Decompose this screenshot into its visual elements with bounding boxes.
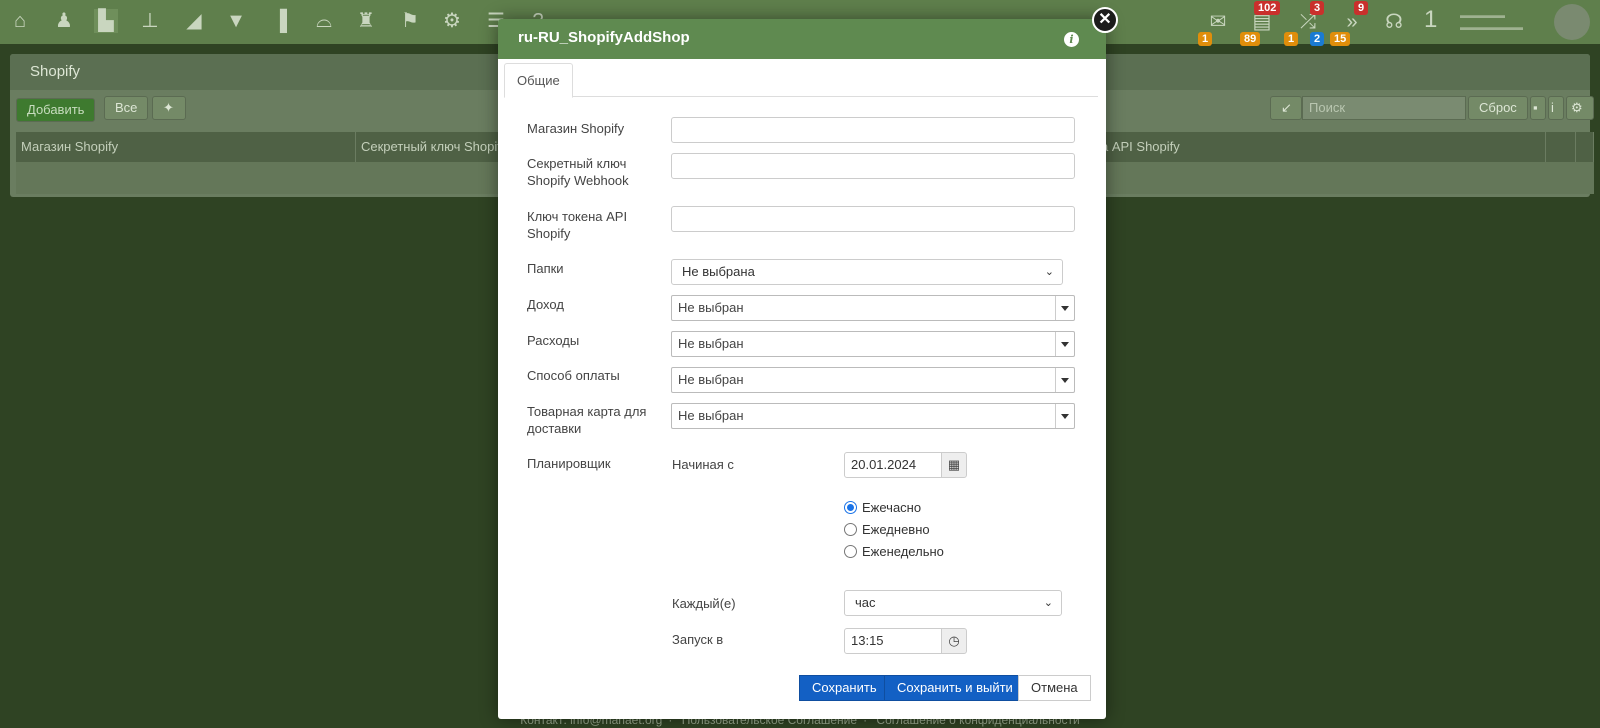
shop-label: Магазин Shopify bbox=[527, 121, 625, 136]
dropdown-arrow-icon bbox=[1055, 404, 1074, 428]
forward-badge: 9 bbox=[1354, 1, 1369, 15]
top-number: 1 bbox=[1424, 6, 1438, 33]
reset-button[interactable]: Сброс bbox=[1468, 96, 1528, 120]
contacts-icon[interactable]: ♟ bbox=[52, 9, 76, 33]
chevron-down-icon: ⌄ bbox=[1043, 597, 1053, 609]
save-button[interactable]: Сохранить bbox=[799, 675, 890, 701]
cancel-button[interactable]: Отмена bbox=[1018, 675, 1091, 701]
gear-icon[interactable]: ⚙ bbox=[440, 9, 464, 33]
mail-icon[interactable]: ✉ bbox=[1206, 10, 1230, 34]
settings-dropdown-icon[interactable]: ⚙ bbox=[1566, 96, 1594, 120]
grid-column-action-b bbox=[1576, 132, 1594, 162]
shipping-select[interactable]: Не выбран bbox=[671, 403, 1075, 429]
secret-label: Секретный ключ Shopify Webhook bbox=[527, 156, 629, 188]
grid-column-token[interactable]: а API Shopify bbox=[1096, 132, 1546, 162]
payment-select[interactable]: Не выбран bbox=[671, 367, 1075, 393]
area-chart-icon[interactable]: ◢ bbox=[182, 9, 206, 33]
close-modal-button[interactable]: ✕ bbox=[1092, 7, 1118, 33]
modal-header: ru-RU_ShopifyAddShop i bbox=[498, 19, 1106, 59]
add-shop-dialog: ru-RU_ShopifyAddShop i Общие Магазин Sho… bbox=[498, 19, 1106, 719]
token-input[interactable] bbox=[671, 206, 1075, 232]
folders-select[interactable]: Не выбрана ⌄ bbox=[671, 259, 1063, 285]
sitemap-icon[interactable]: ⊥ bbox=[138, 9, 162, 33]
info-small-icon[interactable]: i bbox=[1548, 96, 1564, 120]
modal-title: ru-RU_ShopifyAddShop bbox=[518, 29, 690, 46]
home-icon[interactable]: ⌂ bbox=[8, 9, 32, 33]
search-input[interactable]: Поиск bbox=[1302, 96, 1466, 120]
expenses-select-value: Не выбран bbox=[678, 336, 744, 351]
income-label: Доход bbox=[527, 297, 564, 312]
payment-select-value: Не выбран bbox=[678, 372, 744, 387]
run-time-input[interactable]: 13:15 bbox=[844, 628, 942, 654]
mail-badge: 1 bbox=[1198, 32, 1213, 46]
every-label: Каждый(е) bbox=[672, 596, 736, 611]
money-bag-icon[interactable]: ♜ bbox=[354, 9, 378, 33]
hat-icon[interactable]: ⌓ bbox=[312, 9, 336, 33]
save-and-exit-button[interactable]: Сохранить и выйти bbox=[884, 675, 1026, 701]
forward-count-badge: 15 bbox=[1330, 32, 1351, 46]
collapse-arrow-icon[interactable]: ↙ bbox=[1270, 96, 1302, 120]
radio-daily-label: Ежедневно bbox=[862, 522, 930, 537]
shuffle-badge-a: 1 bbox=[1284, 32, 1299, 46]
grid-column-shop[interactable]: Магазин Shopify bbox=[16, 132, 356, 162]
panel-title: Shopify bbox=[30, 63, 81, 80]
print-icon[interactable]: ▪ bbox=[1530, 96, 1546, 120]
radio-weekly-circle[interactable] bbox=[844, 545, 857, 558]
radio-daily-circle[interactable] bbox=[844, 523, 857, 536]
dropdown-arrow-icon bbox=[1055, 368, 1074, 392]
grid-column-secret[interactable]: Секретный ключ Shopify bbox=[356, 132, 516, 162]
radio-hourly-label: Ежечасно bbox=[862, 500, 922, 515]
secret-input[interactable] bbox=[671, 153, 1075, 179]
folders-label: Папки bbox=[527, 261, 564, 276]
start-label: Начиная с bbox=[672, 457, 734, 472]
pin-icon[interactable]: ✦ bbox=[152, 96, 186, 120]
shop-input[interactable] bbox=[671, 117, 1075, 143]
folders-select-value: Не выбрана bbox=[682, 264, 755, 279]
start-date-input[interactable]: 20.01.2024 bbox=[844, 452, 942, 478]
grid-column-action-a bbox=[1546, 132, 1576, 162]
radio-weekly-label: Еженедельно bbox=[862, 544, 944, 559]
flag-icon[interactable]: ⚑ bbox=[398, 9, 422, 33]
every-select[interactable]: час ⌄ bbox=[844, 590, 1062, 616]
chevron-down-icon: ⌄ bbox=[1044, 266, 1054, 278]
dropdown-arrow-icon bbox=[1055, 296, 1074, 320]
info-icon[interactable]: i bbox=[1064, 32, 1079, 47]
shipping-select-value: Не выбран bbox=[678, 408, 744, 423]
shuffle-badge: 3 bbox=[1310, 1, 1325, 15]
add-button[interactable]: Добавить bbox=[16, 98, 96, 122]
expenses-select[interactable]: Не выбран bbox=[671, 331, 1075, 357]
income-select[interactable]: Не выбран bbox=[671, 295, 1075, 321]
calendar-icon[interactable]: ▦ bbox=[941, 452, 967, 478]
radio-hourly[interactable]: Ежечасно bbox=[844, 500, 921, 516]
headset-icon[interactable]: ☊ bbox=[1382, 10, 1406, 34]
dropdown-arrow-icon bbox=[1055, 332, 1074, 356]
scheduler-label: Планировщик bbox=[527, 456, 611, 471]
income-select-value: Не выбран bbox=[678, 300, 744, 315]
filter-icon[interactable]: ▼ bbox=[224, 9, 248, 33]
user-name: ▬▬▬▬▬ ▬▬▬▬▬▬▬ bbox=[1460, 10, 1523, 32]
every-select-value: час bbox=[855, 595, 876, 610]
factory-icon[interactable]: ▙ bbox=[94, 9, 118, 33]
shuffle-badge-b: 2 bbox=[1310, 32, 1325, 46]
run-at-label: Запуск в bbox=[672, 632, 724, 647]
tab-general[interactable]: Общие bbox=[504, 63, 573, 98]
bar-chart-icon[interactable]: ▐ bbox=[268, 9, 292, 33]
all-filter-button[interactable]: Все bbox=[104, 96, 149, 120]
clock-icon[interactable]: ◷ bbox=[941, 628, 967, 654]
payment-label: Способ оплаты bbox=[527, 368, 620, 383]
tasks-count-badge: 89 bbox=[1240, 32, 1261, 46]
expenses-label: Расходы bbox=[527, 333, 580, 348]
radio-hourly-circle[interactable] bbox=[844, 501, 857, 514]
shipping-label: Товарная карта для доставки bbox=[527, 404, 647, 436]
token-label: Ключ токена API Shopify bbox=[527, 209, 628, 241]
tab-bar: Общие bbox=[504, 63, 1098, 98]
avatar[interactable] bbox=[1554, 4, 1590, 40]
radio-weekly[interactable]: Еженедельно bbox=[844, 544, 944, 560]
radio-daily[interactable]: Ежедневно bbox=[844, 522, 930, 538]
tasks-badge: 102 bbox=[1254, 1, 1281, 15]
